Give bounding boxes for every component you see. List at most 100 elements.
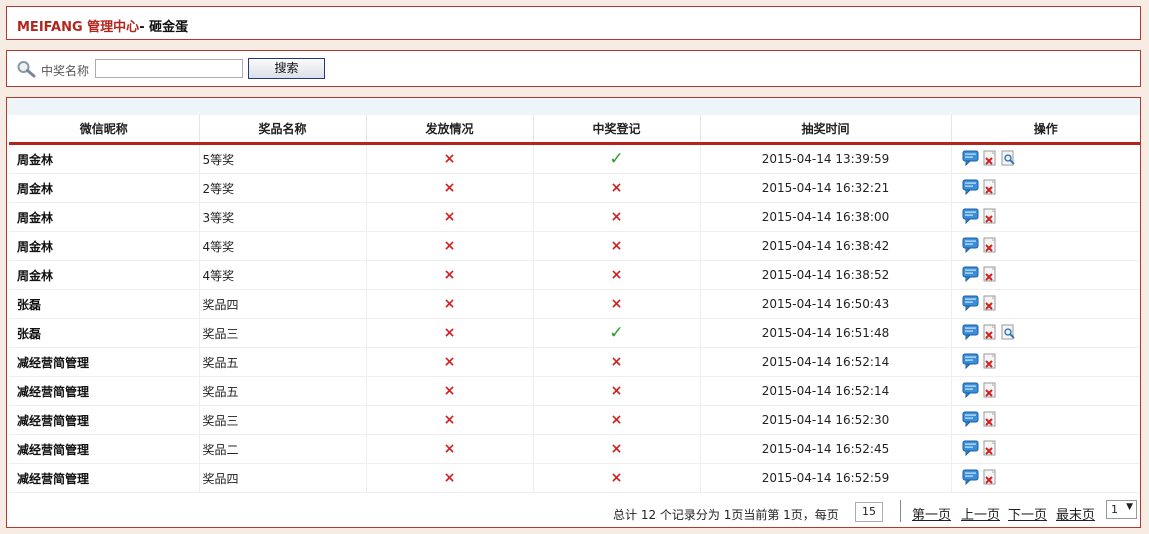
page-name: - 砸金蛋 [139,20,189,35]
delete-icon[interactable] [983,382,997,401]
delete-icon[interactable] [983,353,997,372]
message-icon[interactable] [962,382,979,401]
cell-actions [951,231,1140,261]
message-icon[interactable] [962,179,979,198]
cell-prize: 奖品三 [199,405,367,435]
next-page-link[interactable]: 下一页 [1008,504,1047,523]
search-input[interactable] [95,59,243,78]
table-row: 周金林 4等奖 × × 2015-04-14 16:38:42 [9,231,1140,261]
delete-icon[interactable] [983,150,997,169]
delete-icon[interactable] [983,208,997,227]
view-icon[interactable] [1001,150,1016,169]
cell-time: 2015-04-14 16:52:45 [700,434,952,464]
cross-icon: × [443,209,456,225]
column-header-prize: 奖品名称 [199,115,367,145]
cell-time: 2015-04-14 16:50:43 [700,289,952,319]
cell-time: 2015-04-14 16:38:52 [700,260,952,290]
cross-icon: × [610,412,623,428]
column-header-time: 抽奖时间 [700,115,952,145]
table-row: 减经营简管理 奖品五 × × 2015-04-14 16:52:14 [9,376,1140,406]
table-row: 张磊 奖品四 × × 2015-04-14 16:50:43 [9,289,1140,319]
column-header-registered: 中奖登记 [533,115,701,145]
cell-prize: 奖品四 [199,289,367,319]
cell-prize: 奖品五 [199,347,367,377]
message-icon[interactable] [962,208,979,227]
cell-nickname: 周金林 [9,173,200,203]
cell-time: 2015-04-14 13:39:59 [700,143,952,174]
table-row: 周金林 2等奖 × × 2015-04-14 16:32:21 [9,173,1140,203]
table-row: 减经营简管理 奖品四 × × 2015-04-14 16:52:59 [9,463,1140,493]
column-header-actions: 操作 [951,115,1140,145]
cell-nickname: 减经营简管理 [9,463,200,493]
view-icon[interactable] [1001,324,1016,343]
cell-actions [951,289,1140,319]
delete-icon[interactable] [983,237,997,256]
cell-nickname: 减经营简管理 [9,405,200,435]
delete-icon[interactable] [983,266,997,285]
cell-prize: 奖品四 [199,463,367,493]
delete-icon[interactable] [983,440,997,459]
cell-time: 2015-04-14 16:52:14 [700,376,952,406]
message-icon[interactable] [962,440,979,459]
cross-icon: × [610,296,623,312]
last-page-link[interactable]: 最末页 [1056,504,1095,523]
message-icon[interactable] [962,324,979,343]
cross-icon: × [443,412,456,428]
cell-actions [951,202,1140,232]
cell-prize: 奖品五 [199,376,367,406]
message-icon[interactable] [962,469,979,488]
cell-actions [951,318,1140,348]
cross-icon: × [610,238,623,254]
message-icon[interactable] [962,266,979,285]
cross-icon: × [610,209,623,225]
cell-prize: 4等奖 [199,260,367,290]
cross-icon: × [610,470,623,486]
cross-icon: × [443,325,456,341]
pagination-divider [900,500,901,522]
cell-actions [951,434,1140,464]
cell-actions [951,405,1140,435]
pagination: 总计 12 个记录分为 1页当前第 1页，每页 15 第一页 上一页 下一页 最… [7,498,1140,524]
table-top-bar [7,98,1140,115]
page-select[interactable]: 1 ▼ [1106,500,1137,519]
cell-prize: 奖品三 [199,318,367,348]
per-page-input[interactable]: 15 [855,502,883,522]
records-table: 微信昵称 奖品名称 发放情况 中奖登记 抽奖时间 操作 周金林 5等奖 × ✓ 2015… [9,115,1140,493]
cell-time: 2015-04-14 16:32:21 [700,173,952,203]
delete-icon[interactable] [983,411,997,430]
first-page-link[interactable]: 第一页 [912,504,951,523]
search-label: 中奖名称 [41,64,90,78]
table-row: 减经营简管理 奖品五 × × 2015-04-14 16:52:14 [9,347,1140,377]
delete-icon[interactable] [983,324,997,343]
cell-time: 2015-04-14 16:38:00 [700,202,952,232]
cell-nickname: 张磊 [9,318,200,348]
cross-icon: × [610,383,623,399]
cell-prize: 3等奖 [199,202,367,232]
check-icon: ✓ [609,149,624,169]
cell-prize: 奖品二 [199,434,367,464]
search-button[interactable]: 搜索 [248,58,325,79]
cell-prize: 4等奖 [199,231,367,261]
delete-icon[interactable] [983,295,997,314]
search-panel: 中奖名称 搜索 [6,50,1141,87]
message-icon[interactable] [962,411,979,430]
cross-icon: × [443,180,456,196]
message-icon[interactable] [962,295,979,314]
message-icon[interactable] [962,353,979,372]
cell-nickname: 周金林 [9,143,200,174]
delete-icon[interactable] [983,179,997,198]
cross-icon: × [443,441,456,457]
delete-icon[interactable] [983,469,997,488]
cross-icon: × [443,470,456,486]
message-icon[interactable] [962,237,979,256]
pagination-info: 总计 12 个记录分为 1页当前第 1页，每页 [613,508,839,522]
message-icon[interactable] [962,150,979,169]
cell-nickname: 周金林 [9,202,200,232]
page-select-value: 1 [1111,503,1118,516]
prev-page-link[interactable]: 上一页 [961,504,1000,523]
table-row: 张磊 奖品三 × ✓ 2015-04-14 16:51:48 [9,318,1140,348]
check-icon: ✓ [609,323,624,343]
table-header-row: 微信昵称 奖品名称 发放情况 中奖登记 抽奖时间 操作 [9,115,1140,145]
table-row: 周金林 5等奖 × ✓ 2015-04-14 13:39:59 [9,143,1140,174]
table-panel: 微信昵称 奖品名称 发放情况 中奖登记 抽奖时间 操作 周金林 5等奖 × ✓ 2015… [6,97,1141,528]
